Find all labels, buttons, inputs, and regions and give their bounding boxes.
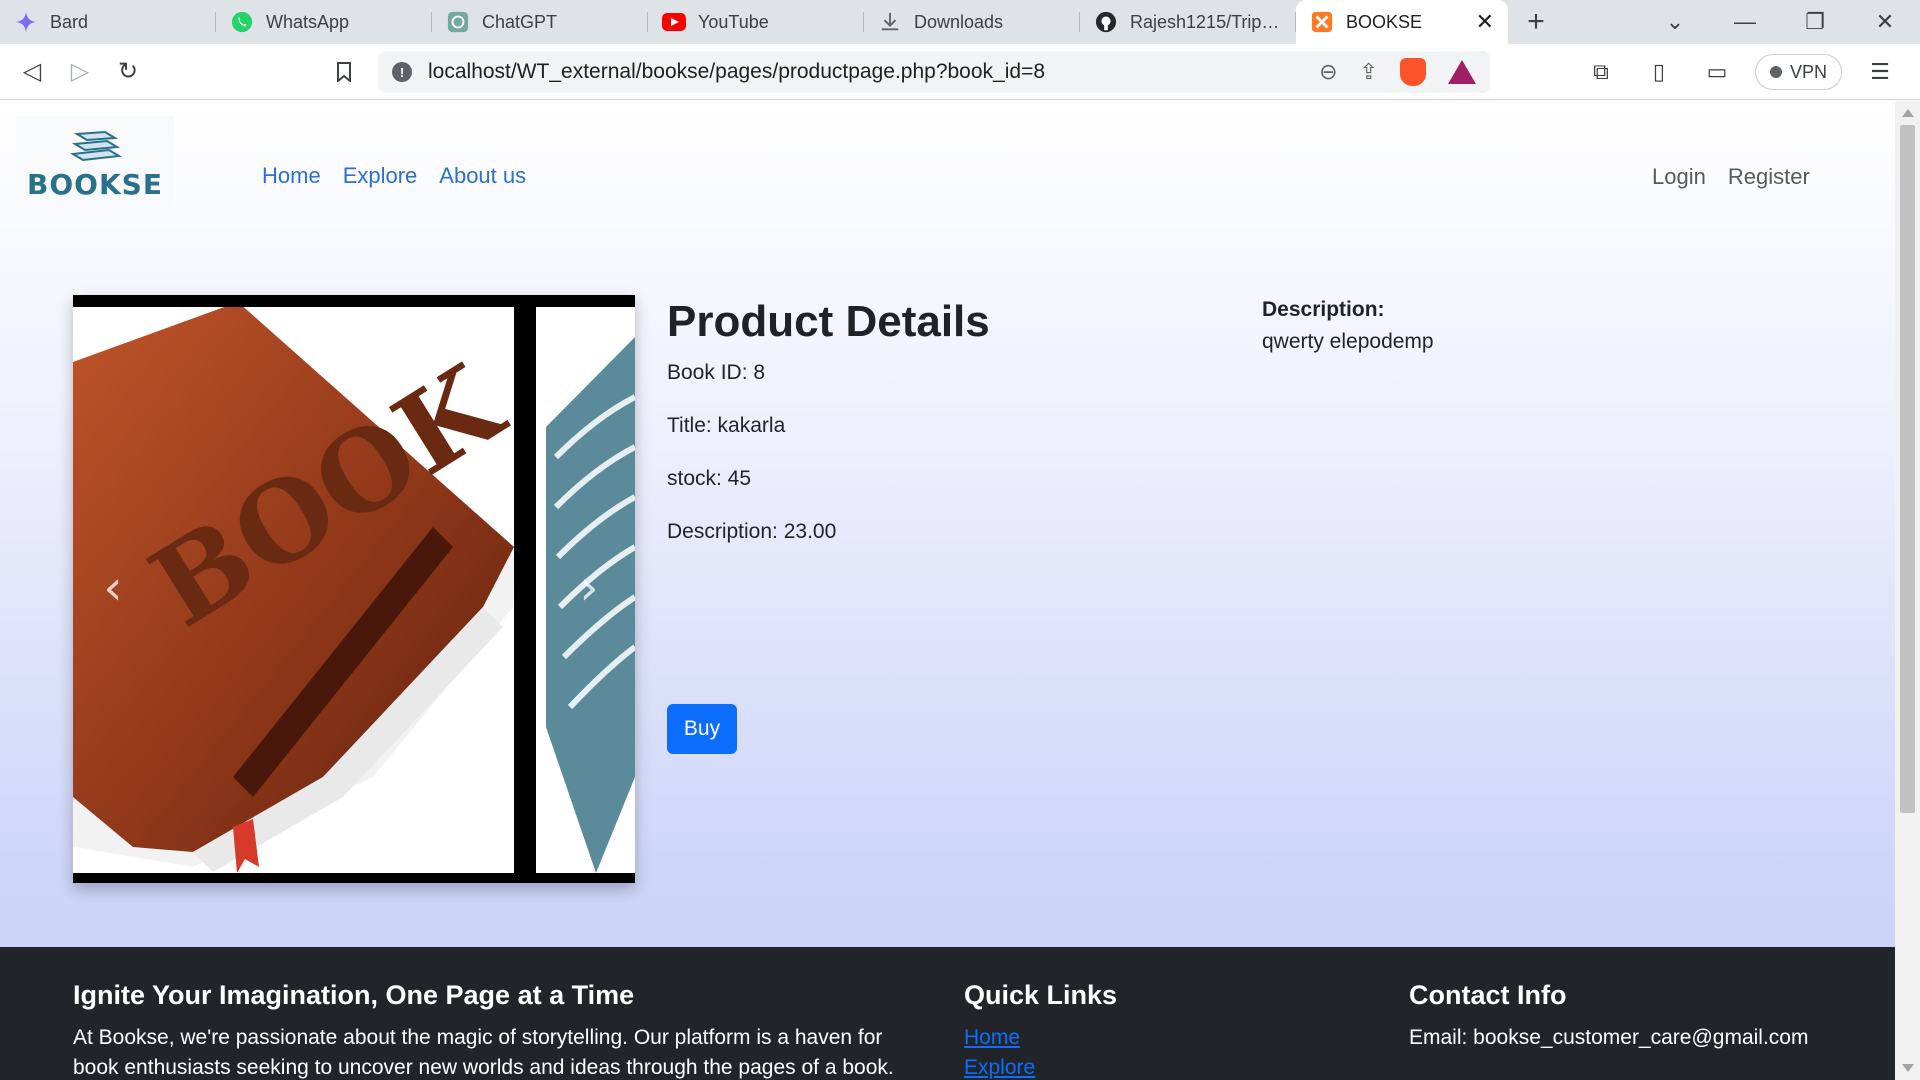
site-logo[interactable]: BOOKSE [16,116,174,214]
product-image-carousel[interactable]: BOOK ‹ › [73,295,635,883]
scroll-up-icon[interactable] [1902,109,1914,117]
close-window-icon[interactable]: ✕ [1850,0,1920,44]
browser-toolbar: ⧉ ▯ ▭ VPN ☰ [1575,44,1920,100]
youtube-icon [662,10,686,34]
nav-explore[interactable]: Explore [343,163,418,189]
vpn-button[interactable]: VPN [1754,54,1842,90]
product-details: Product Details Book ID: 8 Title: kakarl… [667,297,1227,573]
site-info-icon[interactable]: ! [392,62,412,82]
footer-links-heading: Quick Links [964,980,1118,1010]
tab-label: Bard [50,11,89,32]
nav-home[interactable]: Home [262,163,321,189]
page-scrollbar[interactable] [1895,101,1920,1080]
description-text: qwerty elepodemp [1262,330,1434,353]
whatsapp-icon [230,10,254,34]
footer-about-text: At Bookse, we're passionate about the ma… [73,1026,894,1079]
auth-nav: Login Register [1652,164,1810,190]
tab-label: BOOKSE [1346,11,1423,32]
tab-label: WhatsApp [266,11,350,32]
carousel-next-icon[interactable]: › [569,560,609,616]
tab-bookse[interactable]: BOOKSE ✕ [1296,0,1508,44]
scrollbar-thumb[interactable] [1900,125,1915,813]
forward-icon[interactable]: ▷ [56,52,104,92]
back-icon[interactable]: ◁ [8,52,56,92]
url-field[interactable]: ! localhost/WT_external/bookse/pages/pro… [378,51,1490,93]
address-bar-row: ◁ ▷ ↻ ! localhost/WT_external/bookse/pag… [0,44,1920,100]
wallet-icon[interactable]: ▭ [1691,52,1743,92]
brand-name: BOOKSE [27,167,163,201]
tab-chatgpt[interactable]: ChatGPT [432,0,648,44]
footer-about-heading: Ignite Your Imagination, One Page at a T… [73,980,635,1010]
download-icon [878,10,902,34]
menu-icon[interactable]: ☰ [1854,52,1906,92]
tab-whatsapp[interactable]: WhatsApp [216,0,432,44]
site-footer: Ignite Your Imagination, One Page at a T… [0,947,1895,1080]
xampp-icon [1310,10,1334,34]
close-tab-icon[interactable]: ✕ [1476,9,1494,35]
footer-quick-links: Quick Links Home Explore [964,980,1264,1080]
books-logo-icon [69,130,123,161]
zoom-icon[interactable]: ⊖ [1319,59,1337,85]
chatgpt-icon [446,10,470,34]
carousel-prev-icon[interactable]: ‹ [93,560,133,616]
tab-label: Rajesh1215/Tripnest [1130,11,1282,32]
github-icon [1094,10,1118,34]
footer-contact: Contact Info Email: bookse_customer_care… [1409,980,1889,1053]
brave-shields-icon[interactable] [1400,58,1426,86]
restore-icon[interactable]: ❐ [1780,0,1850,44]
page-content: BOOKSE Home Explore About us Login Regis… [0,101,1895,1080]
reload-icon[interactable]: ↻ [104,52,152,92]
carousel-slide-book-image: BOOK [73,307,514,873]
nav-about-us[interactable]: About us [439,163,526,189]
description-heading: Description: [1262,298,1385,321]
url-text[interactable]: localhost/WT_external/bookse/pages/produ… [428,60,1045,84]
product-heading: Product Details [667,297,990,346]
footer-about: Ignite Your Imagination, One Page at a T… [73,980,933,1080]
tab-label: ChatGPT [482,11,558,32]
footer-link-explore[interactable]: Explore [964,1053,1264,1080]
scroll-down-icon[interactable] [1902,1064,1914,1072]
book-id: Book ID: 8 [667,361,766,384]
register-link[interactable]: Register [1728,164,1810,190]
browser-tab-bar: Bard WhatsApp ChatGPT YouTube Downloads … [0,0,1920,44]
new-tab-button[interactable]: + [1508,0,1564,44]
footer-link-home[interactable]: Home [964,1023,1264,1053]
footer-contact-email: Email: bookse_customer_care@gmail.com [1409,1026,1809,1049]
tab-downloads[interactable]: Downloads [864,0,1080,44]
minimize-icon[interactable]: — [1710,0,1780,44]
tab-youtube[interactable]: YouTube [648,0,864,44]
brave-rewards-icon[interactable] [1448,60,1476,84]
login-link[interactable]: Login [1652,164,1706,190]
tab-label: YouTube [698,11,769,32]
product-description: Description: qwerty elepodemp [1262,298,1782,354]
tab-github[interactable]: Rajesh1215/Tripnest [1080,0,1296,44]
tab-search-icon[interactable]: ⌄ [1640,0,1710,44]
book-title: Title: kakarla [667,414,786,437]
book-stock: stock: 45 [667,467,752,490]
tab-label: Downloads [914,11,1004,32]
window-controls: ⌄ — ❐ ✕ [1640,0,1920,44]
share-icon[interactable]: ⇪ [1360,59,1378,85]
book-price: Description: 23.00 [667,520,837,543]
extensions-icon[interactable]: ⧉ [1575,52,1627,92]
sidebar-icon[interactable]: ▯ [1633,52,1685,92]
buy-button[interactable]: Buy [667,704,737,754]
footer-contact-heading: Contact Info [1409,980,1567,1010]
main-nav: Home Explore About us [262,163,526,189]
bard-sparkle-icon [14,10,38,34]
tab-bard[interactable]: Bard [0,0,216,44]
bookmark-icon[interactable] [320,52,368,92]
vpn-label: VPN [1789,61,1827,82]
vpn-status-icon [1769,66,1782,78]
